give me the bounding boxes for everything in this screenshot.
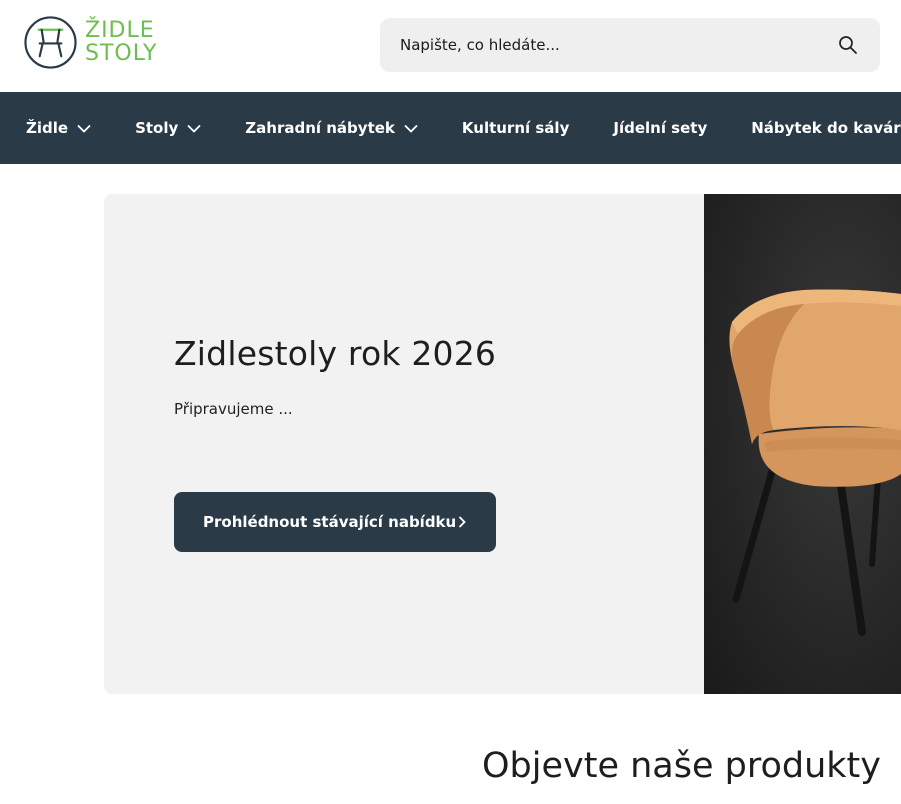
hero-title: Zidlestoly rok 2026 [174,334,497,373]
chair-logo-icon [24,15,77,69]
chevron-down-icon [77,124,91,133]
chevron-right-icon [458,516,466,528]
logo-wordmark: ŽIDLE STOLY [85,19,158,65]
armchair-image [729,289,901,636]
nav-item-label: Jídelní sety [613,119,708,137]
browse-offer-label: Prohlédnout stávající nabídku [203,513,457,531]
nav-item-stoly[interactable]: Stoly [135,92,201,164]
nav-item-jidelni-sety[interactable]: Jídelní sety [613,92,707,164]
search-icon[interactable] [838,35,858,55]
chevron-down-icon [404,124,418,133]
chevron-down-icon [187,124,201,133]
nav-item-kulturni-saly[interactable]: Kulturní sály [462,92,569,164]
nav-item-nabytek-do-kavarny[interactable]: Nábytek do kavárny a restaurace [751,92,901,164]
nav-list: Židle Stoly Zahradní nábytek Kulturní sá… [26,92,901,164]
nav-item-label: Židle [26,119,69,137]
nav-item-label: Nábytek do kavárny a restaurace [751,119,901,137]
products-section-title: Objevte naše produkty [482,746,881,786]
browse-offer-button[interactable]: Prohlédnout stávající nabídku [174,492,496,552]
search-bar [380,18,880,72]
hero-banner: Zidlestoly rok 2026 Připravujeme ... Pro… [104,194,901,694]
site-logo[interactable]: ŽIDLE STOLY [24,14,164,70]
search-input[interactable] [380,18,820,72]
nav-item-label: Kulturní sály [461,119,570,137]
main-navigation: Židle Stoly Zahradní nábytek Kulturní sá… [0,92,901,164]
nav-item-label: Zahradní nábytek [245,119,395,137]
nav-item-zahradni-nabytek[interactable]: Zahradní nábytek [245,92,418,164]
logo-line-1: ŽIDLE [85,18,155,43]
logo-line-2: STOLY [85,41,158,66]
nav-item-zidle[interactable]: Židle [26,92,91,164]
site-header: ŽIDLE STOLY [0,0,901,92]
hero-chair-image [704,194,901,694]
nav-item-label: Stoly [135,119,179,137]
hero-subtitle: Připravujeme ... [174,400,293,418]
